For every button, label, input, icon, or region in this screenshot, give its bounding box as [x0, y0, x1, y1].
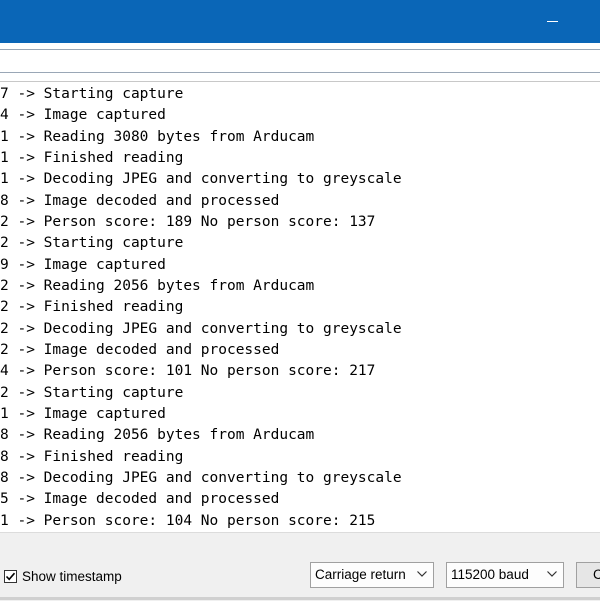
- send-row: [0, 43, 600, 82]
- output-line: 2 -> Starting capture: [0, 384, 184, 401]
- output-line: 1 -> Finished reading: [0, 149, 184, 166]
- line-ending-select[interactable]: Carriage return: [310, 562, 434, 588]
- output-line: 4 -> Image captured: [0, 107, 166, 124]
- output-line: 7 -> Starting capture: [0, 86, 184, 102]
- checkmark-icon: [5, 572, 16, 580]
- status-bar: Show timestamp Carriage return 115200 ba…: [0, 532, 600, 601]
- output-line: 1 -> Reading 3080 bytes from Arducam: [0, 128, 315, 145]
- output-line: 1 -> Person score: 104 No person score: …: [0, 512, 376, 529]
- show-timestamp-toggle[interactable]: Show timestamp: [4, 567, 122, 585]
- output-line: 8 -> Decoding JPEG and converting to gre…: [0, 469, 402, 486]
- output-line: 9 -> Image captured: [0, 256, 166, 273]
- line-ending-value: Carriage return: [315, 567, 406, 582]
- minimize-icon[interactable]: [547, 21, 558, 22]
- output-line: 2 -> Person score: 189 No person score: …: [0, 213, 376, 230]
- clear-output-button[interactable]: C: [576, 562, 600, 588]
- show-timestamp-checkbox[interactable]: [4, 569, 17, 583]
- baud-rate-select[interactable]: 115200 baud: [446, 562, 564, 588]
- output-line: 8 -> Reading 2056 bytes from Arducam: [0, 427, 315, 444]
- chevron-down-icon: [417, 571, 427, 577]
- chevron-down-icon: [547, 571, 557, 577]
- output-line: 2 -> Image decoded and processed: [0, 341, 280, 358]
- title-bar: [0, 0, 600, 43]
- output-line: 2 -> Starting capture: [0, 235, 184, 252]
- output-line: 2 -> Reading 2056 bytes from Arducam: [0, 277, 315, 294]
- output-line: 1 -> Image captured: [0, 405, 166, 422]
- output-line: 4 -> Person score: 101 No person score: …: [0, 363, 376, 380]
- output-line: 5 -> Image decoded and processed: [0, 491, 280, 508]
- send-input[interactable]: [0, 49, 600, 73]
- output-line: 8 -> Image decoded and processed: [0, 192, 280, 209]
- baud-rate-value: 115200 baud: [451, 567, 529, 582]
- serial-output[interactable]: 7 -> Starting capture 4 -> Image captured…: [0, 82, 600, 532]
- output-line: 2 -> Decoding JPEG and converting to gre…: [0, 320, 402, 337]
- output-line: 1 -> Decoding JPEG and converting to gre…: [0, 171, 402, 188]
- output-line: 8 -> Finished reading: [0, 448, 184, 465]
- output-line: 2 -> Finished reading: [0, 299, 184, 316]
- show-timestamp-label: Show timestamp: [22, 568, 122, 584]
